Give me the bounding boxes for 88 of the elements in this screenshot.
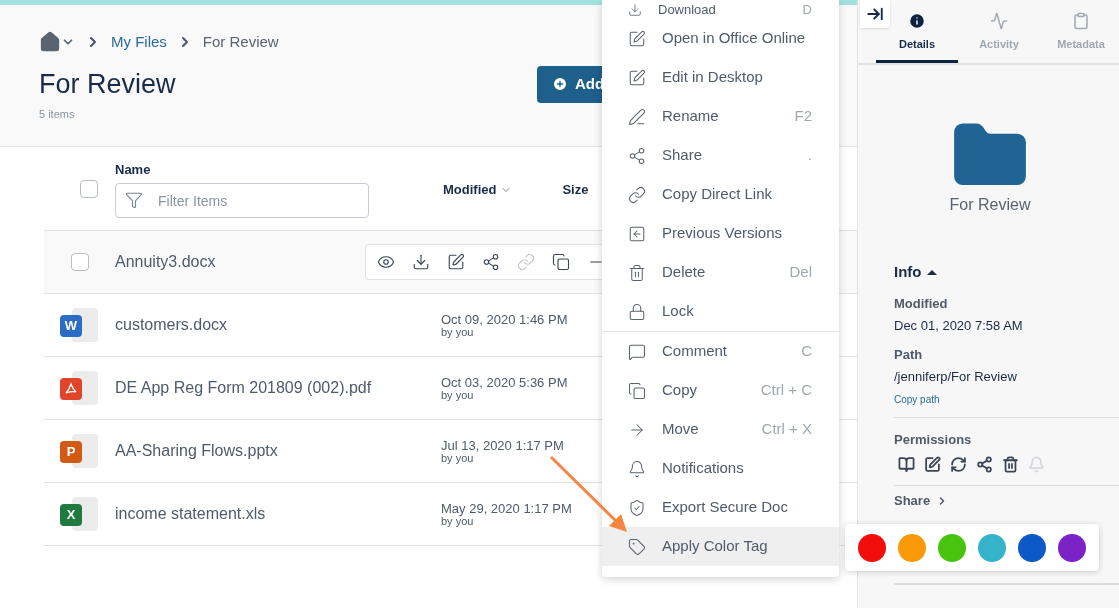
comment-icon: [628, 342, 646, 361]
modified-date: Oct 09, 2020 1:46 PM: [441, 312, 568, 326]
color-swatch[interactable]: [898, 533, 926, 562]
field-value: /jenniferp/For Review: [894, 368, 1018, 386]
clipboard-icon: [1072, 11, 1090, 30]
home-icon: [39, 31, 61, 53]
collapse-icon: [866, 5, 884, 23]
breadcrumb-link[interactable]: My Files: [111, 30, 167, 54]
eye-icon[interactable]: [377, 253, 395, 271]
filter-icon: [125, 191, 143, 210]
modified-date: Oct 03, 2020 5:36 PM: [441, 375, 568, 389]
menu-item[interactable]: Copy Ctrl + C: [602, 371, 839, 410]
shield-check-icon: [628, 498, 646, 517]
modified-by: by you: [441, 452, 474, 464]
menu-item[interactable]: Comment C: [602, 332, 839, 371]
modified-by: by you: [441, 326, 474, 338]
file-name[interactable]: income statement.xls: [115, 502, 441, 526]
share-icon: [628, 146, 646, 165]
filter-field[interactable]: Filter Items: [115, 183, 369, 219]
file-name[interactable]: customers.docx: [115, 313, 441, 337]
info-icon: [908, 11, 926, 30]
shortcut-hint: D: [802, 0, 812, 19]
file-name[interactable]: AA-Sharing Flows.pptx: [115, 439, 441, 463]
menu-item[interactable]: Lock: [602, 292, 839, 331]
section-heading: Share: [894, 492, 931, 510]
copy-path-link[interactable]: Copy path: [894, 391, 1119, 407]
shortcut-hint: Ctrl + X: [761, 419, 812, 440]
shortcut-hint: .: [807, 145, 812, 166]
trash-icon: [628, 263, 646, 282]
folder-name: For Review: [949, 195, 1031, 215]
file-name[interactable]: Annuity3.docx: [115, 250, 365, 274]
edit-icon[interactable]: [447, 253, 465, 271]
menu-item[interactable]: Previous Versions: [602, 214, 839, 253]
tag-icon: [628, 537, 646, 556]
file-icon: [60, 371, 100, 405]
column-header: Name: [115, 160, 152, 179]
share-icon[interactable]: [482, 253, 500, 271]
link-icon: [628, 185, 646, 204]
column-header: Size: [562, 180, 589, 199]
checkbox[interactable]: [80, 179, 98, 198]
panel-tab[interactable]: Details: [876, 0, 958, 63]
field-label: Path: [894, 345, 924, 364]
shortcut-hint: Del: [789, 262, 812, 283]
menu-item[interactable]: Open in Office Online: [602, 19, 839, 58]
download-icon: [628, 2, 642, 17]
activity-icon: [990, 11, 1008, 30]
menu-item[interactable]: Move Ctrl + X: [602, 410, 839, 449]
bell-icon: [628, 459, 646, 478]
modified-date: Jul 13, 2020 1:17 PM: [441, 438, 564, 452]
color-swatch[interactable]: [858, 533, 886, 562]
menu-item[interactable]: Notifications: [602, 449, 839, 488]
copy-icon: [628, 381, 646, 400]
edit-icon: [628, 68, 646, 87]
menu-item[interactable]: Edit in Desktop: [602, 58, 839, 97]
menu-item[interactable]: Share .: [602, 136, 839, 175]
menu-item[interactable]: Copy Direct Link: [602, 175, 839, 214]
lock-icon: [628, 302, 646, 321]
page-title: For Review: [39, 68, 177, 101]
info-toggle[interactable]: Info: [894, 261, 1119, 284]
menu-item[interactable]: Delete Del: [602, 253, 839, 292]
modified-date: May 29, 2020 1:17 PM: [441, 501, 572, 515]
pen-icon: [628, 107, 646, 126]
sort-header[interactable]: Modified: [443, 179, 497, 200]
copy-icon[interactable]: [552, 253, 570, 271]
field-value: Dec 01, 2020 7:58 AM: [894, 317, 1024, 335]
checkbox[interactable]: [71, 253, 89, 271]
section-heading: Permissions: [894, 430, 973, 449]
modified-by: by you: [441, 515, 474, 527]
color-swatch[interactable]: [978, 533, 1006, 562]
collapse-panel-button[interactable]: [860, 0, 890, 28]
menu-item[interactable]: Apply Color Tag: [602, 527, 839, 566]
color-swatch[interactable]: [1018, 533, 1046, 562]
menu-item[interactable]: Download D: [602, 0, 839, 19]
modified-by: by you: [441, 389, 474, 401]
shortcut-hint: F2: [794, 106, 812, 127]
file-name[interactable]: DE App Reg Form 201809 (002).pdf: [115, 376, 441, 400]
home-dropdown[interactable]: [39, 31, 75, 53]
menu-item[interactable]: Rename F2: [602, 97, 839, 136]
color-swatch[interactable]: [1058, 533, 1086, 562]
breadcrumb-current: For Review: [202, 31, 279, 52]
edit-icon: [628, 29, 646, 48]
color-swatch[interactable]: [938, 533, 966, 562]
item-count: 5 items: [39, 106, 75, 122]
download-icon[interactable]: [412, 253, 430, 271]
shortcut-hint: Ctrl + C: [760, 380, 812, 401]
field-label: Modified: [894, 294, 949, 313]
plus-icon: [552, 76, 568, 93]
menu-item[interactable]: Export Secure Doc: [602, 488, 839, 527]
